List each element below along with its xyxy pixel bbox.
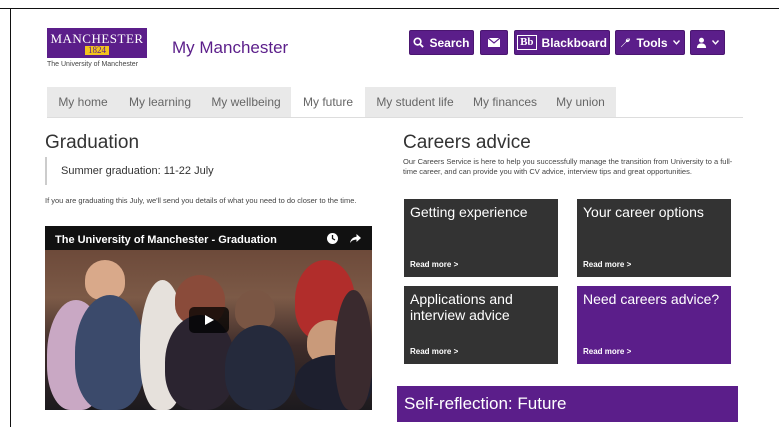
tools-button-label: Tools: [636, 35, 668, 50]
video-title: The University of Manchester - Graduatio…: [55, 234, 277, 246]
tab-my-future[interactable]: My future: [291, 87, 365, 117]
play-button[interactable]: [189, 307, 229, 333]
tab-my-student-life[interactable]: My student life: [365, 87, 465, 117]
self-reflection-banner[interactable]: Self-reflection: Future: [397, 386, 738, 422]
main-navigation: My home My learning My wellbeing My futu…: [47, 87, 743, 118]
read-more-link[interactable]: Read more >: [583, 260, 631, 269]
user-icon: [696, 37, 707, 48]
search-button-label: Search: [429, 35, 470, 50]
chevron-down-icon: [712, 40, 719, 45]
window-frame-top: [0, 8, 779, 9]
tab-bar: My home My learning My wellbeing My futu…: [47, 87, 616, 117]
mail-button[interactable]: [480, 30, 508, 55]
card-title: Need careers advice?: [583, 291, 720, 307]
logo-year: 1824: [85, 45, 109, 55]
read-more-link[interactable]: Read more >: [583, 347, 631, 356]
blackboard-button[interactable]: Bb Blackboard: [514, 30, 610, 55]
tab-my-finances[interactable]: My finances: [465, 87, 545, 117]
card-need-careers-advice[interactable]: Need careers advice? Read more >: [577, 286, 731, 364]
tab-my-wellbeing[interactable]: My wellbeing: [201, 87, 291, 117]
university-logo[interactable]: MANCHESTER 1824: [47, 28, 147, 58]
logo-wordmark: MANCHESTER: [50, 30, 144, 46]
clock-icon[interactable]: [326, 232, 339, 245]
tab-my-learning[interactable]: My learning: [119, 87, 201, 117]
graduation-highlight: Summer graduation: 11-22 July: [45, 157, 214, 185]
nav-divider: [47, 117, 743, 118]
blackboard-icon: Bb: [517, 35, 537, 50]
wrench-icon: [621, 38, 631, 48]
tab-my-union[interactable]: My union: [545, 87, 616, 117]
mail-icon: [488, 38, 500, 47]
card-title: Getting experience: [410, 204, 528, 220]
careers-text: Our Careers Service is here to help you …: [403, 157, 733, 176]
chevron-down-icon: [672, 40, 680, 45]
tab-my-home[interactable]: My home: [47, 87, 119, 117]
card-title: Your career options: [583, 204, 704, 220]
graduation-heading: Graduation: [45, 132, 140, 153]
read-more-link[interactable]: Read more >: [410, 347, 458, 356]
play-icon: [205, 315, 214, 325]
graduation-text: If you are graduating this July, we'll s…: [45, 196, 357, 205]
search-button[interactable]: Search: [409, 30, 474, 55]
card-career-options[interactable]: Your career options Read more >: [577, 199, 731, 277]
window-frame-left: [10, 8, 11, 427]
card-getting-experience[interactable]: Getting experience Read more >: [404, 199, 558, 277]
share-icon[interactable]: [349, 232, 362, 245]
logo-subtitle: The University of Manchester: [47, 61, 139, 68]
card-title: Applications and interview advice: [410, 291, 513, 323]
careers-heading: Careers advice: [403, 132, 531, 153]
video-actions: [326, 232, 362, 245]
search-icon: [413, 37, 425, 48]
blackboard-button-label: Blackboard: [541, 35, 607, 50]
card-applications-interview[interactable]: Applications and interview advice Read m…: [404, 286, 558, 364]
tools-button[interactable]: Tools: [615, 30, 685, 55]
user-menu-button[interactable]: [690, 30, 725, 55]
site-title[interactable]: My Manchester: [172, 38, 288, 58]
read-more-link[interactable]: Read more >: [410, 260, 458, 269]
